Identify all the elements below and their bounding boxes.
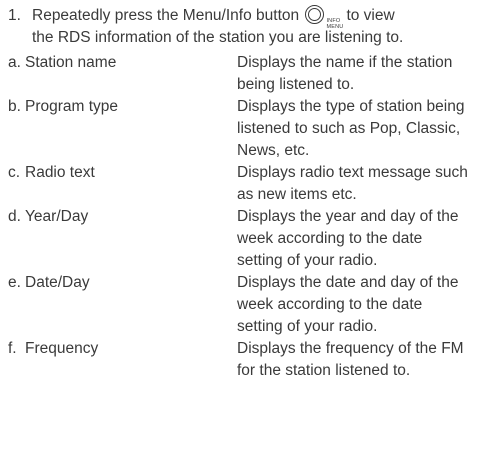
rds-info-list: a. Station name Displays the name if the … [8, 52, 496, 382]
item-label-text: Station name [25, 54, 117, 71]
description-line: setting of your radio. [237, 252, 378, 269]
item-description: Displays radio text message such as new … [237, 162, 496, 206]
item-description: Displays the type of station being liste… [237, 96, 496, 162]
description-line: week according to the date [237, 230, 423, 247]
item-label: c. Radio text [8, 162, 237, 184]
description-line: News, etc. [237, 142, 310, 159]
description-line: Displays the type of station being [237, 98, 465, 115]
rds-item-date-day: e. Date/Day Displays the date and day of … [8, 272, 496, 338]
item-label: e. Date/Day [8, 272, 237, 294]
description-line: Displays the frequency of the FM [237, 340, 464, 357]
rds-item-radio-text: c. Radio text Displays radio text message… [8, 162, 496, 206]
item-label-text: Year/Day [25, 208, 89, 225]
item-label: d. Year/Day [8, 206, 237, 228]
item-label-text: Program type [25, 98, 119, 115]
description-line: Displays the year and day of the [237, 208, 459, 225]
description-line: Displays the date and day of the [237, 274, 459, 291]
menu-info-button-icon [305, 5, 325, 24]
description-line: as new items etc. [237, 186, 357, 203]
description-line: Displays the name if the station [237, 54, 453, 71]
description-line: for the station listened to. [237, 362, 411, 379]
instruction-line-2: the RDS information of the station you a… [32, 29, 404, 46]
rds-item-station-name: a. Station name Displays the name if the … [8, 52, 496, 96]
item-letter: f. [8, 340, 17, 357]
item-label-text: Date/Day [25, 274, 90, 291]
item-label-text: Radio text [25, 164, 95, 181]
description-line: Displays radio text message such [237, 164, 468, 181]
item-description: Displays the year and day of the week ac… [237, 206, 496, 272]
item-label: b. Program type [8, 96, 237, 118]
rds-item-program-type: b. Program type Displays the type of stat… [8, 96, 496, 162]
description-line: being listened to. [237, 76, 355, 93]
item-label-text: Frequency [25, 340, 99, 357]
item-label: f. Frequency [8, 338, 237, 360]
item-letter: e. [8, 274, 21, 291]
item-description: Displays the name if the station being l… [237, 52, 496, 96]
manual-page: 1. Repeatedly press the Menu/Info button … [0, 0, 499, 453]
description-line: setting of your radio. [237, 318, 378, 335]
step-number: 1. [8, 7, 21, 24]
item-description: Displays the date and day of the week ac… [237, 272, 496, 338]
instruction-line-1: 1. Repeatedly press the Menu/Info button … [8, 5, 496, 30]
instruction-text-end: to view [346, 7, 395, 24]
item-letter: b. [8, 98, 21, 115]
description-line: listened to such as Pop, Classic, [237, 120, 461, 137]
rds-item-year-day: d. Year/Day Displays the year and day of … [8, 206, 496, 272]
instruction-text-start: Repeatedly press the Menu/Info button [32, 7, 300, 24]
item-letter: c. [8, 164, 21, 181]
item-letter: a. [8, 54, 21, 71]
rds-item-frequency: f. Frequency Displays the frequency of th… [8, 338, 496, 382]
instruction-step: 1. Repeatedly press the Menu/Info button … [8, 5, 496, 49]
description-line: week according to the date [237, 296, 423, 313]
item-letter: d. [8, 208, 21, 225]
item-description: Displays the frequency of the FM for the… [237, 338, 496, 382]
item-label: a. Station name [8, 52, 237, 74]
